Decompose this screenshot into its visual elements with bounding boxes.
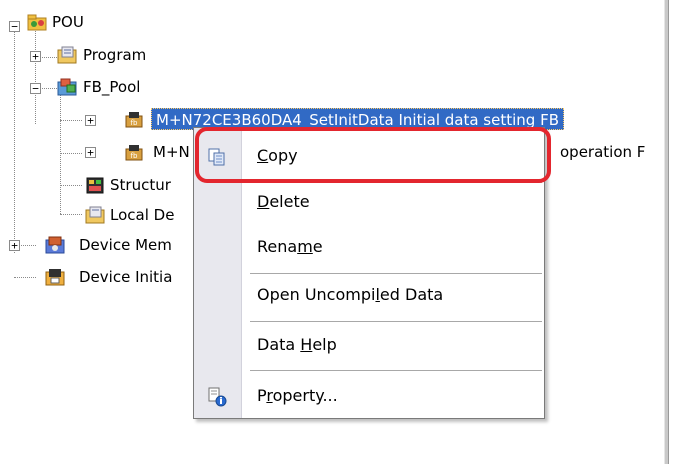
copy-highlight-annotation [195,127,551,183]
menu-item-label: Data Help [257,335,337,354]
collapse-toggle[interactable]: − [30,83,41,94]
tree-node-label: M+N [153,143,190,161]
menu-item-delete[interactable]: Delete [194,184,544,220]
expand-toggle[interactable]: + [85,115,96,126]
tree-connector [60,120,82,121]
local-device-icon [85,206,105,224]
tree-node-label: Program [83,46,147,64]
device-memory-icon [45,236,65,254]
menu-item-rename[interactable]: Rename [194,229,544,265]
menu-item-label: Rename [257,237,323,256]
tree-node-label: Device Initia [79,268,173,286]
menu-item-label: Property... [257,386,338,405]
tree-node-label: Structur [110,176,171,194]
device-initial-icon [45,269,65,286]
program-folder-icon [57,46,77,64]
expand-toggle[interactable]: + [9,240,20,251]
tree-connector [60,214,82,215]
tree-node-label-tail: operation F [560,143,646,161]
tree-node-label: Local De [110,206,175,224]
expand-toggle[interactable]: + [30,51,41,62]
function-block-icon: fb [125,145,143,161]
menu-separator [250,370,542,371]
menu-item-label: Open Uncompiled Data [257,285,444,304]
svg-text:fb: fb [131,152,138,160]
tree-connector [35,28,36,124]
menu-item-property[interactable]: Property... [194,378,544,414]
menu-separator [250,321,542,322]
tree-connector [14,277,36,278]
tree-node-label: POU [52,13,84,31]
folder-project-icon [27,14,47,31]
menu-separator [250,273,542,274]
svg-text:fb: fb [131,119,138,127]
window-border [664,0,669,464]
tree-connector [60,153,82,154]
function-block-icon: fb [125,112,143,128]
tree-node-label: Device Mem [79,236,172,254]
menu-item-open-uncompiled-data[interactable]: Open Uncompiled Data [194,277,544,313]
tree-connector [60,185,82,186]
collapse-toggle[interactable]: − [9,21,20,32]
menu-item-label: Delete [257,192,310,211]
tree-node-label: FB_Pool [83,78,141,96]
tree-connector [14,28,15,253]
menu-item-data-help[interactable]: Data Help [194,327,544,363]
tree-connector [60,90,61,214]
fb-pool-icon [57,78,77,96]
structure-icon [86,177,104,194]
expand-toggle[interactable]: + [85,147,96,158]
property-icon [208,387,227,407]
